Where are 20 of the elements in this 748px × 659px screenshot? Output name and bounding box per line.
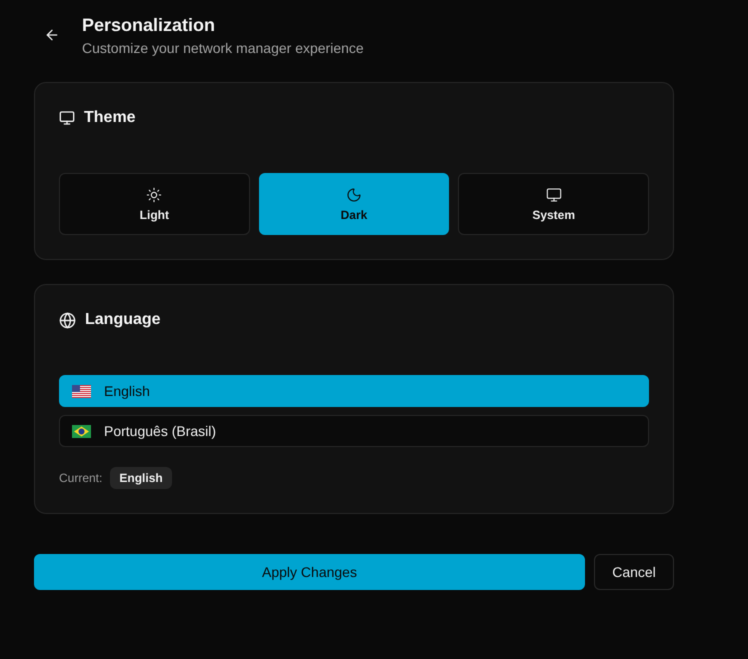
- apply-button[interactable]: Apply Changes: [34, 554, 585, 590]
- monitor-icon: [59, 110, 75, 126]
- card-title: Theme: [84, 108, 136, 128]
- page-title: Personalization: [82, 14, 216, 36]
- language-option[interactable]: English: [59, 375, 649, 407]
- monitor-icon: [546, 186, 562, 202]
- cancel-button[interactable]: Cancel: [594, 554, 674, 590]
- flag-icon: [72, 424, 91, 438]
- current-label: Current:: [59, 471, 102, 485]
- language-option[interactable]: Português (Brasil): [59, 415, 649, 447]
- theme-option[interactable]: Dark: [258, 173, 450, 235]
- page-subtitle: Customize your network manager experience: [82, 38, 364, 56]
- flag-icon: [72, 384, 91, 398]
- card-title: Language: [85, 310, 161, 330]
- current-language-badge: English: [110, 467, 172, 489]
- sun-icon: [146, 186, 162, 202]
- globe-icon: [59, 312, 76, 328]
- moon-icon: [346, 186, 362, 202]
- theme-option[interactable]: Light: [59, 173, 250, 235]
- theme-option[interactable]: System: [458, 173, 649, 235]
